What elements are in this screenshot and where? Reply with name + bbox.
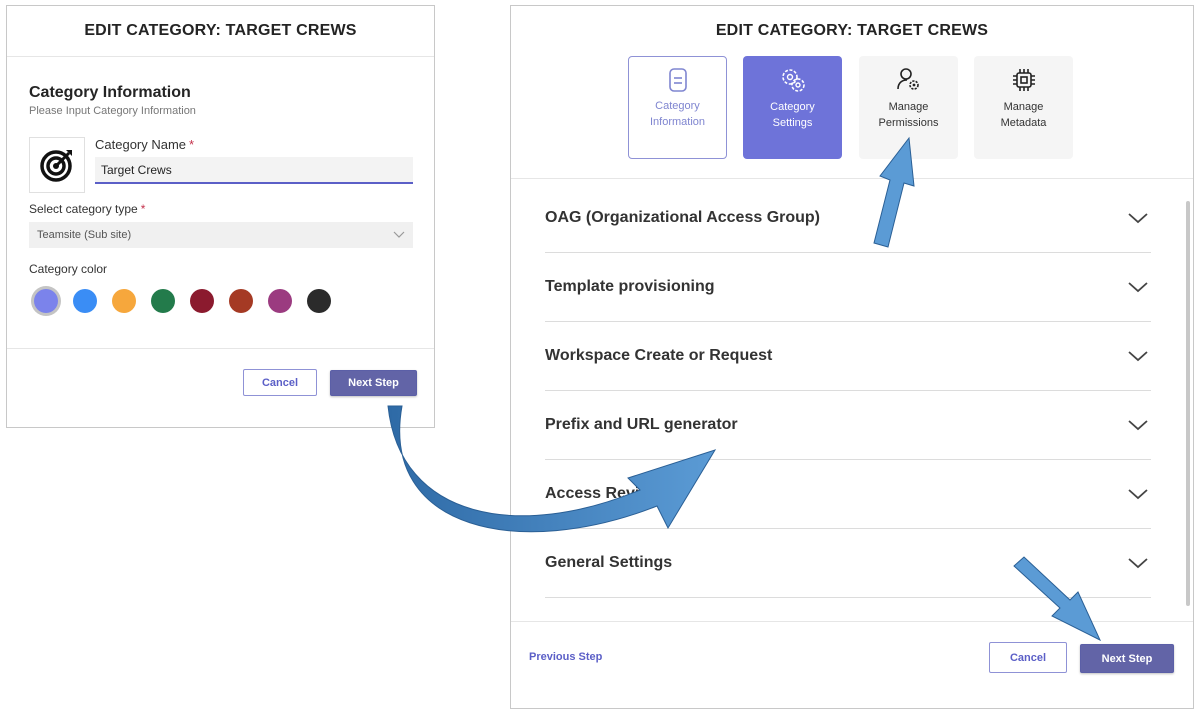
- accordion-item-label: Access Review: [545, 485, 661, 502]
- category-type-select[interactable]: Teamsite (Sub site): [29, 222, 413, 248]
- next-step-button[interactable]: Next Step: [330, 370, 417, 396]
- chip-icon: [1012, 69, 1035, 91]
- tab-category-information[interactable]: Category Information: [628, 56, 727, 159]
- category-color-label: Category color: [29, 262, 108, 276]
- tab-label-line1: Manage: [888, 101, 929, 113]
- accordion-item-label: General Settings: [545, 554, 673, 571]
- color-swatch[interactable]: [268, 289, 292, 313]
- category-icon-picker[interactable]: [29, 137, 85, 193]
- dialog-title: EDIT CATEGORY: TARGET CREWS: [84, 22, 357, 39]
- scrollbar[interactable]: [1186, 201, 1190, 606]
- target-icon: [40, 150, 72, 182]
- next-step-button[interactable]: Next Step: [1080, 644, 1174, 673]
- accordion-item[interactable]: General Settings: [545, 529, 1151, 598]
- category-type-label-text: Select category type: [29, 202, 138, 216]
- category-type-value: Teamsite (Sub site): [37, 229, 132, 241]
- tab-label-line1: Manage: [1003, 101, 1044, 113]
- tab-label-line2: Information: [649, 116, 706, 128]
- cancel-button[interactable]: Cancel: [989, 642, 1067, 673]
- category-settings-dialog: EDIT CATEGORY: TARGET CREWS Category Inf…: [510, 5, 1194, 709]
- tabs-divider: [511, 178, 1193, 179]
- previous-step-link[interactable]: Previous Step: [529, 651, 602, 663]
- accordion-item[interactable]: Access Review: [545, 460, 1151, 529]
- accordion-item-label: Prefix and URL generator: [545, 416, 738, 433]
- required-mark: *: [189, 137, 195, 152]
- accordion-item-label: Template provisioning: [545, 278, 715, 295]
- tab-label-line2: Permissions: [878, 117, 939, 129]
- color-swatch[interactable]: [307, 289, 331, 313]
- settings-accordion: OAG (Organizational Access Group) Templat…: [545, 184, 1151, 598]
- accordion-item-label: Workspace Create or Request: [545, 347, 773, 364]
- gear-cluster-icon: [781, 69, 805, 92]
- dialog-title: EDIT CATEGORY: TARGET CREWS: [715, 22, 989, 39]
- category-info-dialog: EDIT CATEGORY: TARGET CREWS Category Inf…: [6, 5, 435, 428]
- chevron-down-icon: [1128, 489, 1148, 500]
- chevron-down-icon: [1128, 558, 1148, 569]
- accordion-item[interactable]: OAG (Organizational Access Group): [545, 184, 1151, 253]
- user-gear-icon: [896, 68, 919, 90]
- accordion-item[interactable]: Workspace Create or Request: [545, 322, 1151, 391]
- tab-category-settings[interactable]: Category Settings: [743, 56, 842, 159]
- chevron-down-icon: [1128, 282, 1148, 293]
- accordion-item[interactable]: Template provisioning: [545, 253, 1151, 322]
- cancel-button[interactable]: Cancel: [243, 369, 317, 396]
- tab-manage-permissions[interactable]: Manage Permissions: [859, 56, 958, 159]
- category-name-label-text: Category Name: [95, 137, 187, 152]
- category-name-label: Category Name *: [95, 137, 194, 152]
- color-swatch[interactable]: [112, 289, 136, 313]
- title-divider: [7, 56, 434, 57]
- footer-divider: [511, 621, 1193, 622]
- clipboard-icon: [668, 68, 687, 92]
- footer-divider: [7, 348, 434, 349]
- tab-label-line1: Category: [770, 101, 815, 113]
- tab-manage-metadata[interactable]: Manage Metadata: [974, 56, 1073, 159]
- color-swatch[interactable]: [190, 289, 214, 313]
- chevron-down-icon: [1128, 420, 1148, 431]
- tab-label-line2: Metadata: [1000, 117, 1047, 129]
- section-heading: Category Information: [29, 84, 191, 101]
- category-name-input[interactable]: [95, 157, 413, 184]
- category-type-label: Select category type *: [29, 202, 145, 216]
- color-swatches: [34, 289, 331, 313]
- chevron-down-icon: [393, 231, 405, 238]
- color-swatch[interactable]: [229, 289, 253, 313]
- color-swatch[interactable]: [151, 289, 175, 313]
- tab-label-line2: Settings: [772, 117, 813, 129]
- tab-label-line1: Category: [655, 100, 700, 112]
- chevron-down-icon: [1128, 351, 1148, 362]
- color-swatch[interactable]: [73, 289, 97, 313]
- accordion-item-label: OAG (Organizational Access Group): [545, 209, 821, 226]
- section-subheading: Please Input Category Information: [29, 105, 196, 117]
- required-mark: *: [140, 202, 146, 216]
- chevron-down-icon: [1128, 213, 1148, 224]
- color-swatch[interactable]: [34, 289, 58, 313]
- accordion-item[interactable]: Prefix and URL generator: [545, 391, 1151, 460]
